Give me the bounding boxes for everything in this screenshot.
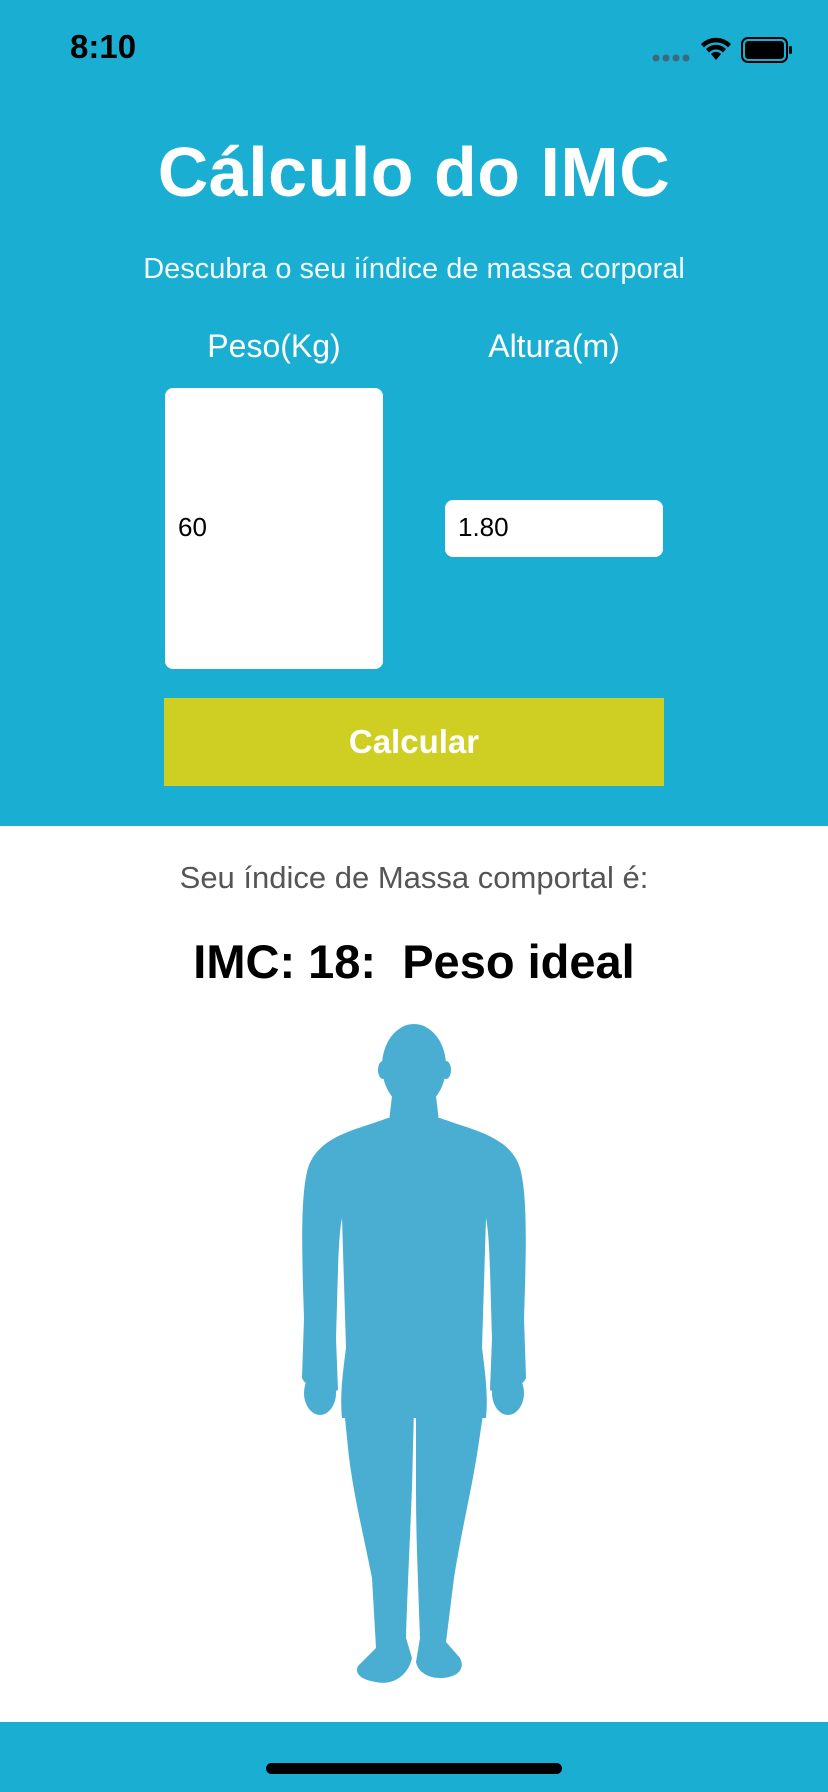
- result-caption: Seu índice de Massa comportal é:: [179, 860, 649, 895]
- peso-label: Peso(Kg): [207, 328, 341, 364]
- imc-result: IMC: 18: Peso ideal: [193, 935, 635, 988]
- wifi-icon: [701, 37, 731, 60]
- page-title: Cálculo do IMC: [157, 133, 671, 211]
- peso-input-value: 60: [178, 512, 207, 542]
- bottom-bar: [0, 1722, 828, 1792]
- peso-input[interactable]: 60: [165, 388, 383, 669]
- altura-input-value: 1.80: [458, 512, 509, 542]
- calcular-button[interactable]: Calcular: [164, 698, 664, 786]
- page-subtitle: Descubra o seu iíndice de massa corporal: [143, 253, 685, 285]
- calcular-button-label: Calcular: [348, 723, 480, 760]
- altura-input[interactable]: 1.80: [445, 500, 663, 557]
- battery-icon: [741, 37, 792, 63]
- cellular-signal-icon: [652, 54, 690, 62]
- imc-screen: 8:10 Cálculo do IMC Descubra o seu iíndi…: [0, 0, 828, 1792]
- status-bar: 8:10: [0, 0, 828, 100]
- body-silhouette-icon: [302, 1024, 526, 1683]
- home-indicator[interactable]: [266, 1763, 562, 1774]
- altura-label: Altura(m): [488, 328, 620, 364]
- status-time: 8:10: [70, 28, 137, 65]
- header-section: 8:10 Cálculo do IMC Descubra o seu iíndi…: [0, 0, 828, 826]
